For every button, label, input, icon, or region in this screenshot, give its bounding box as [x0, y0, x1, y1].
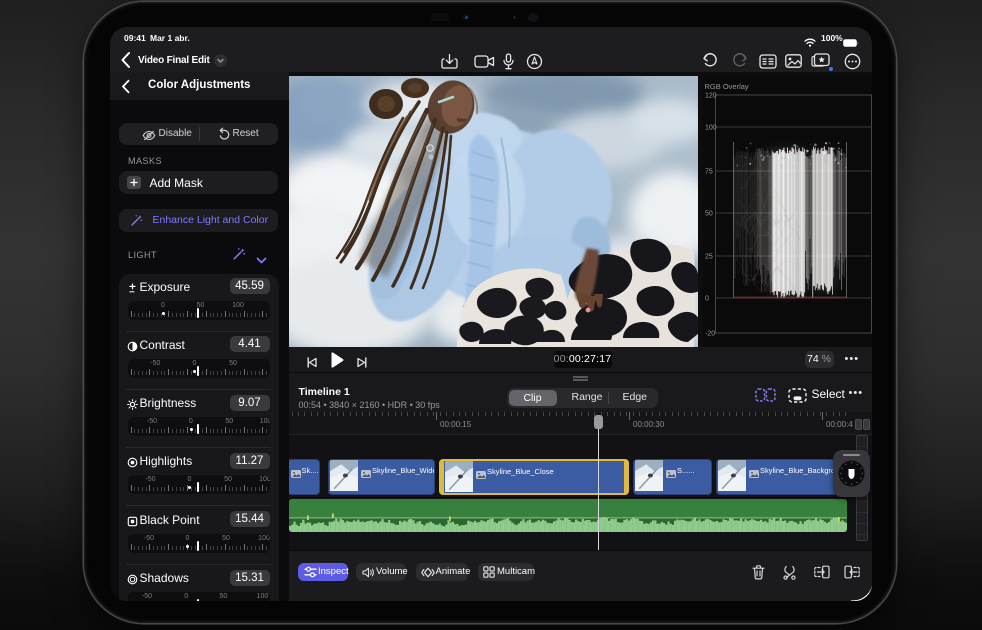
svg-text:50: 50	[705, 211, 713, 218]
svg-text:0: 0	[705, 296, 709, 303]
svg-text:120: 120	[705, 93, 717, 100]
svg-text:75: 75	[705, 169, 713, 176]
svg-text:100: 100	[705, 125, 717, 132]
svg-text:-20: -20	[705, 331, 715, 338]
svg-text:25: 25	[705, 254, 713, 261]
